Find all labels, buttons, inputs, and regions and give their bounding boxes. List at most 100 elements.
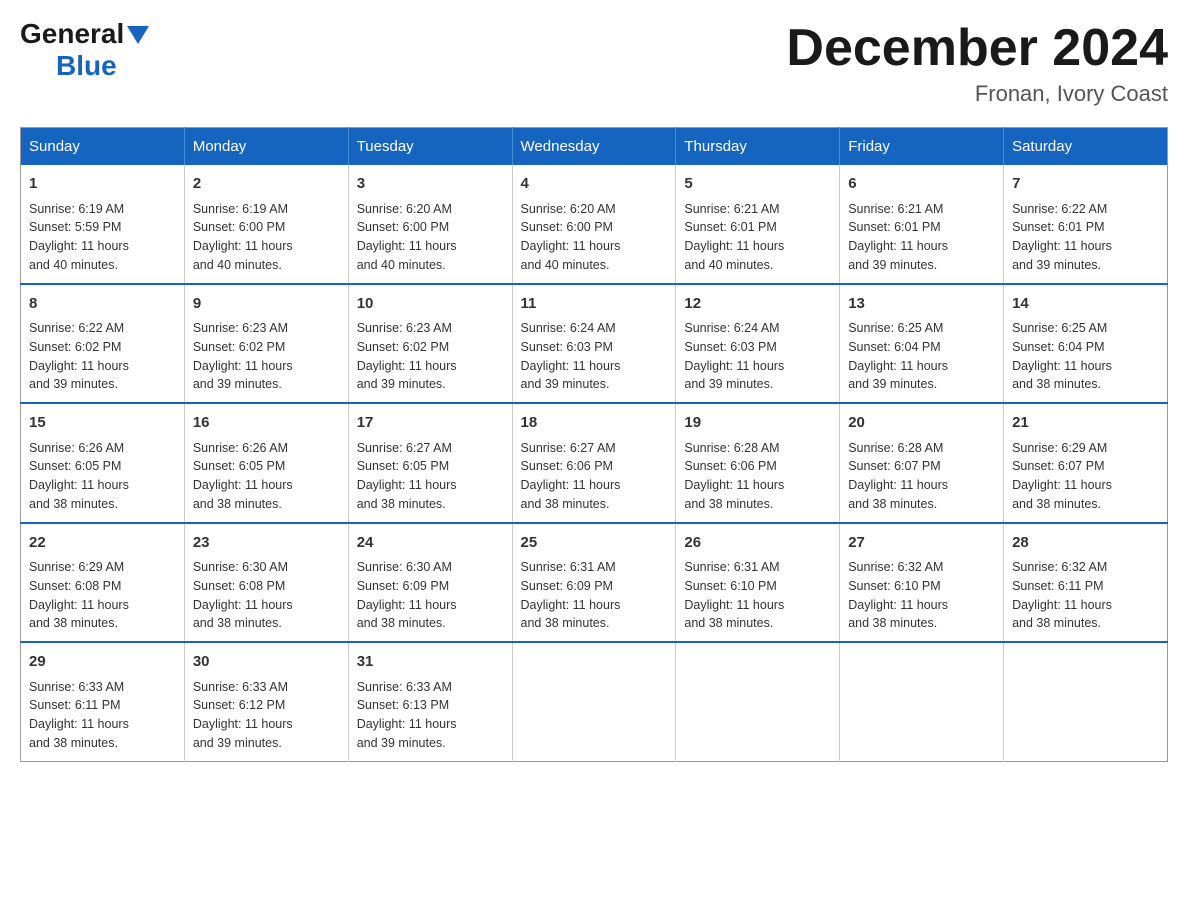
day-info: Sunrise: 6:31 AMSunset: 6:09 PMDaylight:… — [521, 558, 668, 633]
day-number: 15 — [29, 412, 176, 435]
day-number: 16 — [193, 412, 340, 435]
title-area: December 2024 Fronan, Ivory Coast — [786, 20, 1168, 107]
day-number: 20 — [848, 412, 995, 435]
day-number: 7 — [1012, 173, 1159, 196]
calendar-cell: 24 Sunrise: 6:30 AMSunset: 6:09 PMDayligh… — [348, 523, 512, 643]
calendar-cell: 30Sunrise: 6:33 AMSunset: 6:12 PMDayligh… — [184, 642, 348, 761]
day-info: Sunrise: 6:24 AMSunset: 6:03 PMDaylight:… — [521, 319, 668, 394]
day-info: Sunrise: 6:21 AMSunset: 6:01 PMDaylight:… — [684, 200, 831, 275]
day-info: Sunrise: 6:26 AMSunset: 6:05 PMDaylight:… — [193, 439, 340, 514]
day-number: 12 — [684, 293, 831, 316]
day-number: 26 — [684, 532, 831, 555]
calendar-week-row: 15 Sunrise: 6:26 AMSunset: 6:05 PMDayligh… — [21, 403, 1168, 523]
day-info: Sunrise: 6:30 AMSunset: 6:08 PMDaylight:… — [193, 558, 340, 633]
day-info: Sunrise: 6:31 AMSunset: 6:10 PMDaylight:… — [684, 558, 831, 633]
calendar-week-row: 1 Sunrise: 6:19 AMSunset: 5:59 PMDaylight… — [21, 165, 1168, 284]
calendar-cell: 23 Sunrise: 6:30 AMSunset: 6:08 PMDayligh… — [184, 523, 348, 643]
days-of-week-row: SundayMondayTuesdayWednesdayThursdayFrid… — [21, 128, 1168, 166]
calendar-week-row: 29Sunrise: 6:33 AMSunset: 6:11 PMDayligh… — [21, 642, 1168, 761]
day-info: Sunrise: 6:22 AMSunset: 6:02 PMDaylight:… — [29, 319, 176, 394]
calendar-cell: 7 Sunrise: 6:22 AMSunset: 6:01 PMDaylight… — [1004, 165, 1168, 284]
calendar-cell: 18 Sunrise: 6:27 AMSunset: 6:06 PMDayligh… — [512, 403, 676, 523]
calendar-cell: 28Sunrise: 6:32 AMSunset: 6:11 PMDayligh… — [1004, 523, 1168, 643]
calendar-cell — [840, 642, 1004, 761]
calendar-cell: 20 Sunrise: 6:28 AMSunset: 6:07 PMDayligh… — [840, 403, 1004, 523]
page-header: General Blue December 2024 Fronan, Ivory… — [20, 20, 1168, 107]
month-title: December 2024 — [786, 20, 1168, 77]
day-info: Sunrise: 6:19 AMSunset: 6:00 PMDaylight:… — [193, 200, 340, 275]
calendar-table: SundayMondayTuesdayWednesdayThursdayFrid… — [20, 127, 1168, 762]
calendar-cell: 8 Sunrise: 6:22 AMSunset: 6:02 PMDaylight… — [21, 284, 185, 404]
day-info: Sunrise: 6:23 AMSunset: 6:02 PMDaylight:… — [357, 319, 504, 394]
calendar-cell: 26 Sunrise: 6:31 AMSunset: 6:10 PMDayligh… — [676, 523, 840, 643]
calendar-cell: 29Sunrise: 6:33 AMSunset: 6:11 PMDayligh… — [21, 642, 185, 761]
day-info: Sunrise: 6:21 AMSunset: 6:01 PMDaylight:… — [848, 200, 995, 275]
day-of-week-header: Saturday — [1004, 128, 1168, 166]
day-number: 9 — [193, 293, 340, 316]
calendar-cell: 5 Sunrise: 6:21 AMSunset: 6:01 PMDaylight… — [676, 165, 840, 284]
day-of-week-header: Thursday — [676, 128, 840, 166]
day-info: Sunrise: 6:20 AMSunset: 6:00 PMDaylight:… — [357, 200, 504, 275]
day-number: 24 — [357, 532, 504, 555]
calendar-cell: 27Sunrise: 6:32 AMSunset: 6:10 PMDayligh… — [840, 523, 1004, 643]
day-info: Sunrise: 6:29 AMSunset: 6:07 PMDaylight:… — [1012, 439, 1159, 514]
day-number: 21 — [1012, 412, 1159, 435]
day-number: 22 — [29, 532, 176, 555]
day-info: Sunrise: 6:29 AMSunset: 6:08 PMDaylight:… — [29, 558, 176, 633]
calendar-cell: 11Sunrise: 6:24 AMSunset: 6:03 PMDayligh… — [512, 284, 676, 404]
day-info: Sunrise: 6:19 AMSunset: 5:59 PMDaylight:… — [29, 200, 176, 275]
day-info: Sunrise: 6:28 AMSunset: 6:06 PMDaylight:… — [684, 439, 831, 514]
day-number: 31 — [357, 651, 504, 674]
day-number: 3 — [357, 173, 504, 196]
calendar-cell: 16 Sunrise: 6:26 AMSunset: 6:05 PMDayligh… — [184, 403, 348, 523]
day-info: Sunrise: 6:25 AMSunset: 6:04 PMDaylight:… — [848, 319, 995, 394]
day-number: 2 — [193, 173, 340, 196]
calendar-cell: 3 Sunrise: 6:20 AMSunset: 6:00 PMDaylight… — [348, 165, 512, 284]
day-info: Sunrise: 6:27 AMSunset: 6:06 PMDaylight:… — [521, 439, 668, 514]
day-info: Sunrise: 6:26 AMSunset: 6:05 PMDaylight:… — [29, 439, 176, 514]
calendar-cell: 13 Sunrise: 6:25 AMSunset: 6:04 PMDayligh… — [840, 284, 1004, 404]
day-info: Sunrise: 6:33 AMSunset: 6:13 PMDaylight:… — [357, 678, 504, 753]
day-number: 27 — [848, 532, 995, 555]
calendar-cell: 1 Sunrise: 6:19 AMSunset: 5:59 PMDaylight… — [21, 165, 185, 284]
day-info: Sunrise: 6:23 AMSunset: 6:02 PMDaylight:… — [193, 319, 340, 394]
calendar-cell — [512, 642, 676, 761]
calendar-cell — [676, 642, 840, 761]
calendar-week-row: 22 Sunrise: 6:29 AMSunset: 6:08 PMDayligh… — [21, 523, 1168, 643]
calendar-cell — [1004, 642, 1168, 761]
day-number: 1 — [29, 173, 176, 196]
day-info: Sunrise: 6:33 AMSunset: 6:12 PMDaylight:… — [193, 678, 340, 753]
calendar-cell: 25 Sunrise: 6:31 AMSunset: 6:09 PMDayligh… — [512, 523, 676, 643]
day-number: 18 — [521, 412, 668, 435]
day-info: Sunrise: 6:30 AMSunset: 6:09 PMDaylight:… — [357, 558, 504, 633]
day-number: 14 — [1012, 293, 1159, 316]
day-info: Sunrise: 6:33 AMSunset: 6:11 PMDaylight:… — [29, 678, 176, 753]
day-number: 28 — [1012, 532, 1159, 555]
day-info: Sunrise: 6:20 AMSunset: 6:00 PMDaylight:… — [521, 200, 668, 275]
calendar-cell: 14Sunrise: 6:25 AMSunset: 6:04 PMDayligh… — [1004, 284, 1168, 404]
logo-arrow-icon — [127, 26, 149, 46]
day-number: 10 — [357, 293, 504, 316]
day-of-week-header: Friday — [840, 128, 1004, 166]
day-info: Sunrise: 6:24 AMSunset: 6:03 PMDaylight:… — [684, 319, 831, 394]
day-info: Sunrise: 6:28 AMSunset: 6:07 PMDaylight:… — [848, 439, 995, 514]
calendar-cell: 10 Sunrise: 6:23 AMSunset: 6:02 PMDayligh… — [348, 284, 512, 404]
day-info: Sunrise: 6:22 AMSunset: 6:01 PMDaylight:… — [1012, 200, 1159, 275]
day-of-week-header: Wednesday — [512, 128, 676, 166]
day-of-week-header: Monday — [184, 128, 348, 166]
calendar-cell: 9 Sunrise: 6:23 AMSunset: 6:02 PMDaylight… — [184, 284, 348, 404]
calendar-cell: 15 Sunrise: 6:26 AMSunset: 6:05 PMDayligh… — [21, 403, 185, 523]
calendar-cell: 4 Sunrise: 6:20 AMSunset: 6:00 PMDaylight… — [512, 165, 676, 284]
calendar-cell: 6Sunrise: 6:21 AMSunset: 6:01 PMDaylight… — [840, 165, 1004, 284]
day-number: 5 — [684, 173, 831, 196]
day-of-week-header: Sunday — [21, 128, 185, 166]
calendar-cell: 12 Sunrise: 6:24 AMSunset: 6:03 PMDayligh… — [676, 284, 840, 404]
day-number: 4 — [521, 173, 668, 196]
calendar-cell: 19Sunrise: 6:28 AMSunset: 6:06 PMDayligh… — [676, 403, 840, 523]
day-number: 25 — [521, 532, 668, 555]
day-number: 13 — [848, 293, 995, 316]
day-number: 8 — [29, 293, 176, 316]
day-of-week-header: Tuesday — [348, 128, 512, 166]
day-number: 23 — [193, 532, 340, 555]
calendar-cell: 2 Sunrise: 6:19 AMSunset: 6:00 PMDaylight… — [184, 165, 348, 284]
